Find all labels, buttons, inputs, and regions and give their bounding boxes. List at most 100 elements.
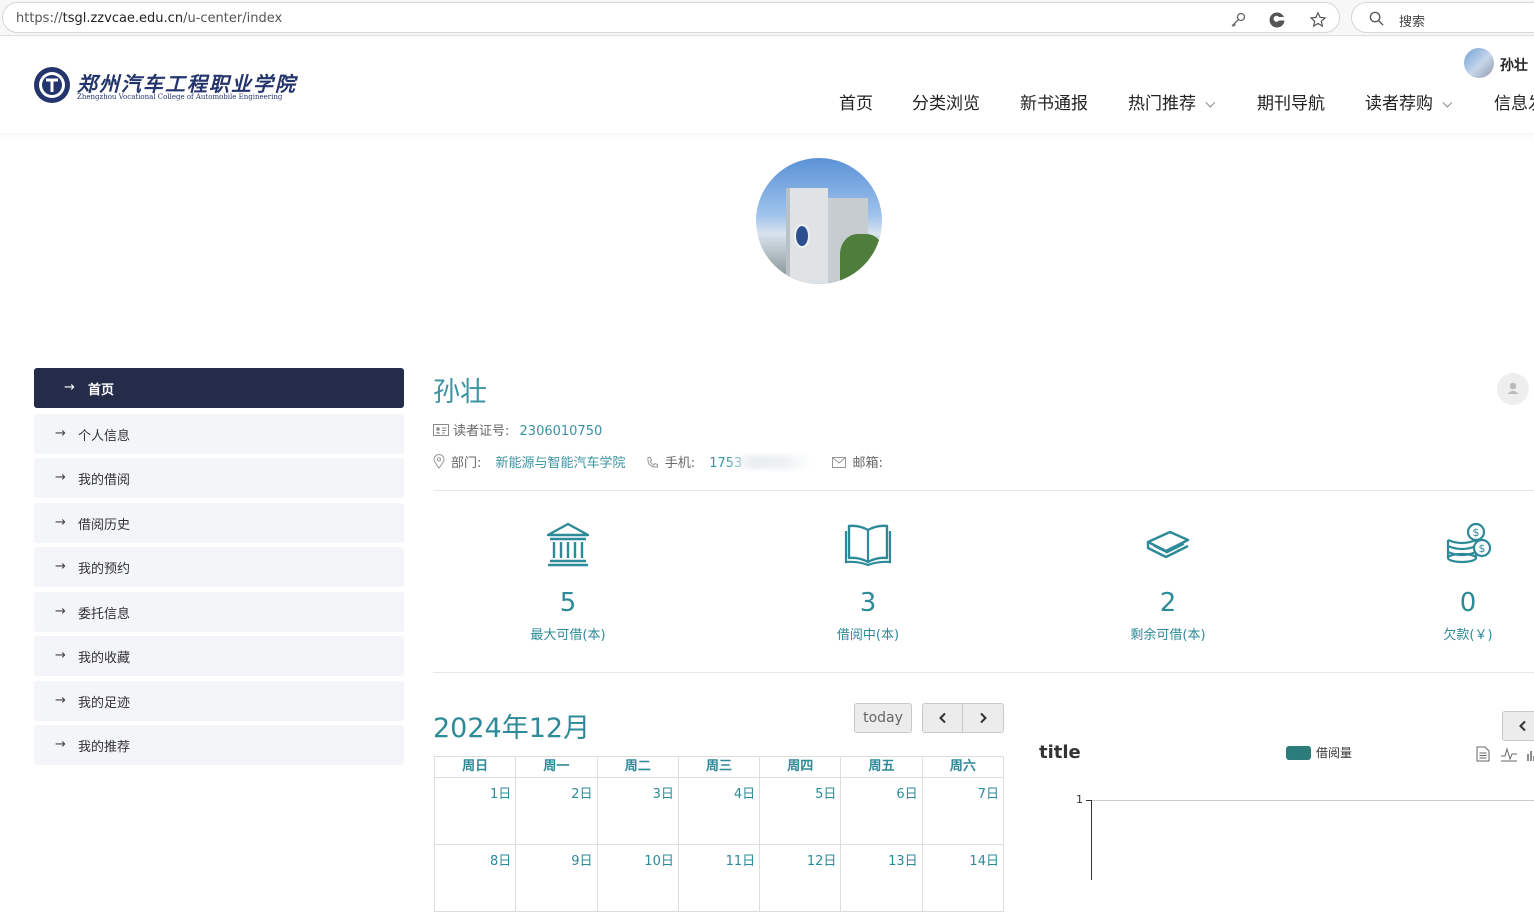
url-text[interactable]: https://tsgl.zzvcae.edu.cn/u-center/inde… xyxy=(16,11,282,26)
arrow-right-icon: → xyxy=(55,604,66,619)
search-placeholder: 搜索 xyxy=(1399,15,1426,30)
legend-swatch[interactable] xyxy=(1286,746,1311,760)
chevron-right-icon xyxy=(980,712,987,724)
calendar-day[interactable]: 6日 xyxy=(841,778,923,845)
svg-text:$: $ xyxy=(1479,542,1486,555)
chevron-down-icon xyxy=(1205,97,1216,108)
stat-value: 0 xyxy=(1459,588,1477,618)
url-host: tsgl.zzvcae.edu.cn xyxy=(62,11,184,26)
photo-emblem xyxy=(794,224,810,248)
user-avatar[interactable] xyxy=(1464,48,1494,78)
calendar-day[interactable]: 14日 xyxy=(922,845,1004,912)
profile-photo xyxy=(756,158,882,284)
sidebar-item-delegation-info[interactable]: → 委托信息 xyxy=(34,592,404,632)
user-settings-button[interactable] xyxy=(1497,373,1529,405)
calendar-day[interactable]: 10日 xyxy=(597,845,679,912)
stat-caption: 借阅中(本) xyxy=(836,628,900,643)
sidebar-item-my-borrowing[interactable]: → 我的借阅 xyxy=(34,458,404,498)
url-prefix: https:// xyxy=(16,11,63,26)
calendar-today-button[interactable]: today xyxy=(854,703,912,733)
url-path: /u-center/index xyxy=(183,11,283,26)
calendar-day[interactable]: 13日 xyxy=(841,845,923,912)
calendar-day[interactable]: 7日 xyxy=(922,778,1004,845)
favorite-star-icon[interactable] xyxy=(1309,11,1327,29)
sidebar-item-personal-info[interactable]: → 个人信息 xyxy=(34,414,404,454)
calendar-grid: 周日 周一 周二 周三 周四 周五 周六 1日 2日 3日 4日 5日 6日 7… xyxy=(434,756,1004,912)
sidebar-item-label: 首页 xyxy=(88,383,115,398)
arrow-right-icon: → xyxy=(55,693,66,708)
arrow-right-icon: → xyxy=(55,426,66,441)
edge-icon[interactable] xyxy=(1268,11,1286,29)
nav-hot-recommend[interactable]: 热门推荐 xyxy=(1128,89,1216,114)
sidebar-item-my-reservations[interactable]: → 我的预约 xyxy=(34,547,404,587)
data-view-icon[interactable] xyxy=(1476,746,1490,762)
calendar-prev-button[interactable] xyxy=(922,703,963,733)
bar-chart-icon[interactable] xyxy=(1527,746,1534,762)
nav-reader-purchase[interactable]: 读者荐购 xyxy=(1365,89,1453,114)
stat-caption: 欠款(￥) xyxy=(1443,628,1493,643)
sidebar-item-my-footprints[interactable]: → 我的足迹 xyxy=(34,681,404,721)
arrow-right-icon: → xyxy=(64,380,75,395)
calendar-next-button[interactable] xyxy=(962,703,1004,733)
browser-toolbar: https://tsgl.zzvcae.edu.cn/u-center/inde… xyxy=(0,0,1534,36)
bank-icon xyxy=(546,522,590,567)
sidebar-item-my-recommendations[interactable]: → 我的推荐 xyxy=(34,725,404,765)
calendar-day[interactable]: 1日 xyxy=(435,778,517,845)
reader-name: 孙壮 xyxy=(433,377,487,408)
chart-y-tick-label: 1 xyxy=(1076,793,1083,806)
user-icon xyxy=(1507,382,1519,394)
address-bar[interactable]: https://tsgl.zzvcae.edu.cn/u-center/inde… xyxy=(2,2,1340,33)
sidebar-item-label: 个人信息 xyxy=(78,429,131,444)
line-chart-icon[interactable] xyxy=(1500,746,1518,762)
calendar-day[interactable]: 4日 xyxy=(678,778,761,845)
arrow-right-icon: → xyxy=(55,737,66,752)
user-name[interactable]: 孙壮 xyxy=(1500,55,1528,75)
nav-category-browse[interactable]: 分类浏览 xyxy=(912,89,980,114)
phone-redaction xyxy=(730,455,811,469)
sidebar-item-home[interactable]: → 首页 xyxy=(34,368,404,408)
weekday-sat: 周六 xyxy=(922,757,1004,778)
sidebar-item-borrow-history[interactable]: → 借阅历史 xyxy=(34,503,404,543)
calendar-week-row: 1日 2日 3日 4日 5日 6日 7日 xyxy=(435,778,1004,845)
nav-home[interactable]: 首页 xyxy=(839,89,873,114)
nav-info[interactable]: 信息发 xyxy=(1494,89,1534,114)
legend-label[interactable]: 借阅量 xyxy=(1316,744,1352,761)
stat-caption: 最大可借(本) xyxy=(530,628,606,643)
stat-borrowing: 3 借阅中(本) xyxy=(788,520,948,643)
chart-y-axis xyxy=(1091,800,1092,880)
card-label: 读者证号: xyxy=(453,424,510,439)
sidebar-item-my-favorites[interactable]: → 我的收藏 xyxy=(34,636,404,676)
nav-journal-guide[interactable]: 期刊导航 xyxy=(1257,89,1325,114)
divider xyxy=(433,672,1534,673)
chart-title: title xyxy=(1039,742,1081,763)
calendar-week-row: 8日 9日 10日 11日 12日 13日 14日 xyxy=(435,845,1004,912)
calendar-day[interactable]: 11日 xyxy=(678,845,761,912)
reader-detail-line: 部门: 新能源与智能汽车学院 手机: 1753 邮箱: xyxy=(433,452,883,471)
stat-remaining: 2 剩余可借(本) xyxy=(1088,520,1248,643)
sidebar-item-label: 我的足迹 xyxy=(78,696,131,711)
dept-label: 部门: xyxy=(451,456,482,471)
weekday-wed: 周三 xyxy=(678,757,761,778)
chart-prev-button[interactable] xyxy=(1502,711,1534,741)
calendar-day[interactable]: 2日 xyxy=(516,778,598,845)
id-card-icon xyxy=(433,424,449,436)
divider xyxy=(433,490,1534,491)
stat-max-borrow: 5 最大可借(本) xyxy=(488,520,648,643)
weekday-fri: 周五 xyxy=(841,757,923,778)
card-number: 2306010750 xyxy=(519,424,603,439)
calendar-day[interactable]: 5日 xyxy=(760,778,842,845)
calendar-day[interactable]: 8日 xyxy=(435,845,517,912)
calendar-day[interactable]: 3日 xyxy=(597,778,679,845)
browser-search-box[interactable]: 搜索 xyxy=(1351,2,1534,33)
calendar-day[interactable]: 12日 xyxy=(760,845,842,912)
arrow-right-icon: → xyxy=(55,515,66,530)
calendar-day[interactable]: 9日 xyxy=(516,845,598,912)
book-stack-icon xyxy=(1146,530,1190,559)
nav-new-books[interactable]: 新书通报 xyxy=(1020,89,1088,114)
chevron-left-icon xyxy=(1519,720,1526,732)
svg-text:$: $ xyxy=(1473,526,1480,539)
arrow-right-icon: → xyxy=(55,470,66,485)
key-icon[interactable] xyxy=(1229,11,1247,29)
stat-value: 2 xyxy=(1159,588,1177,618)
chevron-down-icon xyxy=(1442,97,1453,108)
